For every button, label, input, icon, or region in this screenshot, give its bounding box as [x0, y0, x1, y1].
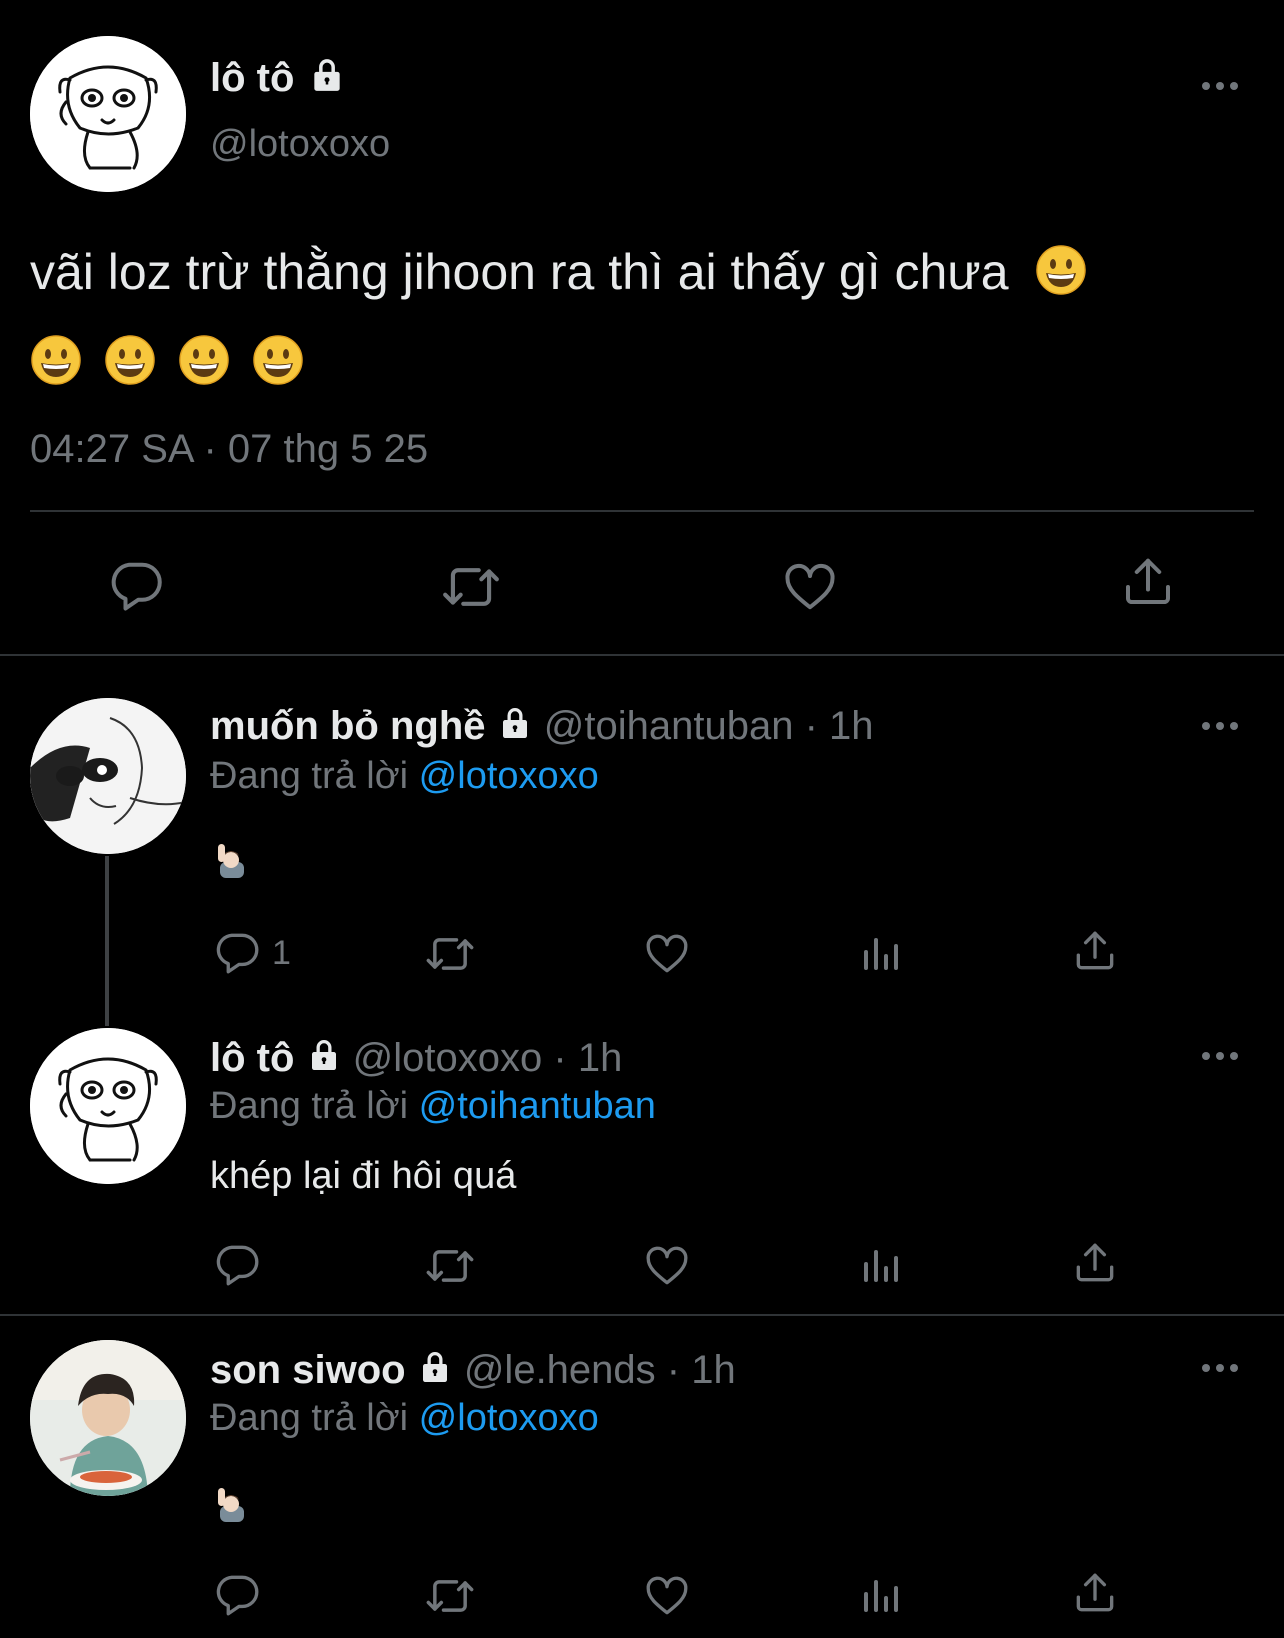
reply-count: 1 — [272, 933, 291, 972]
reply-1-time[interactable]: · 1h — [805, 704, 874, 748]
reply-2-handle[interactable]: @lotoxoxo — [353, 1036, 543, 1080]
like-button[interactable] — [642, 928, 692, 978]
avatar-reply-2[interactable] — [30, 1028, 186, 1184]
avatar-reply-1[interactable] — [30, 698, 186, 854]
reply-1-replying-to-row: Đang trả lời @lotoxoxo — [210, 752, 599, 800]
lock-icon — [308, 56, 346, 94]
stats-icon — [856, 1242, 904, 1290]
views-button[interactable] — [856, 1242, 904, 1290]
main-tweet-text-block: vãi loz trừ thằng jihoon ra thì ai thấy … — [30, 230, 1250, 398]
retweet-button[interactable] — [424, 928, 476, 980]
reply-1-handle[interactable]: @toihantuban — [544, 704, 794, 748]
share-icon — [1070, 1568, 1120, 1618]
thread-line — [105, 856, 109, 1026]
more-icon[interactable] — [1202, 80, 1242, 92]
grinning-face-emoji — [1035, 244, 1087, 296]
replying-prefix: Đang trả lời — [210, 1397, 409, 1439]
avatar-reply-3[interactable] — [30, 1340, 186, 1496]
replying-prefix: Đang trả lời — [210, 755, 409, 797]
reply-3-handle[interactable]: @le.hends — [464, 1348, 656, 1392]
main-handle[interactable]: @lotoxoxo — [210, 120, 390, 168]
reply-1-header: muốn bỏ nghề @toihantuban · 1h — [210, 702, 874, 750]
reply-2-text: khép lại đi hôi quá — [210, 1155, 517, 1197]
raising-hand-emoji — [212, 1484, 252, 1524]
more-icon[interactable] — [1202, 1050, 1242, 1062]
replying-prefix: Đang trả lời — [210, 1085, 409, 1127]
share-button[interactable] — [1070, 1568, 1120, 1618]
retweet-icon — [424, 1570, 476, 1622]
views-button[interactable] — [856, 930, 904, 978]
raising-hand-emoji — [212, 840, 252, 880]
retweet-icon — [424, 928, 476, 980]
main-timestamp[interactable]: 04:27 SA · 07 thg 5 25 — [30, 424, 428, 474]
reply-icon — [212, 1240, 262, 1290]
like-icon — [780, 556, 840, 616]
person-eating-avatar — [30, 1340, 186, 1496]
sketch-face-avatar — [30, 698, 186, 854]
stats-icon — [856, 1572, 904, 1620]
reply-3-replying-to-row: Đang trả lời @lotoxoxo — [210, 1394, 599, 1442]
reply-2-display-name[interactable]: lô tô — [210, 1036, 294, 1080]
retweet-button[interactable] — [424, 1570, 476, 1622]
grinning-face-emoji — [104, 334, 156, 386]
divider — [0, 1314, 1284, 1316]
share-button[interactable] — [1070, 1238, 1120, 1288]
retweet-icon — [424, 1240, 476, 1292]
replying-to-link[interactable]: @lotoxoxo — [419, 755, 599, 797]
like-button[interactable] — [780, 556, 840, 616]
replying-to-link[interactable]: @toihantuban — [419, 1085, 656, 1127]
avatar-main[interactable] — [30, 36, 186, 192]
dog-cartoon-avatar — [30, 1028, 186, 1184]
share-icon — [1118, 552, 1178, 612]
grinning-face-emoji — [30, 334, 82, 386]
stats-icon — [856, 930, 904, 978]
reply-2-time[interactable]: · 1h — [553, 1036, 622, 1080]
main-tweet-text: vãi loz trừ thằng jihoon ra thì ai thấy … — [30, 244, 1009, 300]
share-button[interactable] — [1118, 552, 1178, 612]
reply-button[interactable] — [106, 556, 166, 616]
reply-1-display-name[interactable]: muốn bỏ nghề — [210, 704, 486, 748]
reply-button[interactable]: 1 — [212, 928, 291, 978]
like-button[interactable] — [642, 1240, 692, 1290]
like-button[interactable] — [642, 1570, 692, 1620]
retweet-button[interactable] — [424, 1240, 476, 1292]
more-icon[interactable] — [1202, 720, 1242, 732]
divider — [0, 654, 1284, 656]
main-display-name[interactable]: lô tô — [210, 56, 294, 100]
lock-icon — [306, 1037, 342, 1073]
share-button[interactable] — [1070, 926, 1120, 976]
grinning-face-emoji — [252, 334, 304, 386]
share-icon — [1070, 926, 1120, 976]
retweet-icon — [440, 556, 502, 618]
reply-button[interactable] — [212, 1240, 262, 1290]
like-icon — [642, 1570, 692, 1620]
divider — [30, 510, 1254, 512]
replying-to-link[interactable]: @lotoxoxo — [419, 1397, 599, 1439]
like-icon — [642, 928, 692, 978]
reply-3-time[interactable]: · 1h — [667, 1348, 736, 1392]
reply-2-replying-to-row: Đang trả lời @toihantuban — [210, 1082, 656, 1130]
grinning-face-emoji — [178, 334, 230, 386]
main-author-row: lô tô — [210, 54, 346, 102]
reply-3-header: son siwoo @le.hends · 1h — [210, 1346, 736, 1394]
lock-icon — [497, 705, 533, 741]
reply-2-header: lô tô @lotoxoxo · 1h — [210, 1034, 622, 1082]
reply-3-display-name[interactable]: son siwoo — [210, 1348, 406, 1392]
more-icon[interactable] — [1202, 1362, 1242, 1374]
dog-cartoon-avatar — [30, 36, 186, 192]
retweet-button[interactable] — [440, 556, 502, 618]
reply-icon — [212, 928, 262, 978]
views-button[interactable] — [856, 1572, 904, 1620]
reply-icon — [212, 1570, 262, 1620]
lock-icon — [417, 1349, 453, 1385]
share-icon — [1070, 1238, 1120, 1288]
like-icon — [642, 1240, 692, 1290]
reply-button[interactable] — [212, 1570, 262, 1620]
reply-icon — [106, 556, 166, 616]
